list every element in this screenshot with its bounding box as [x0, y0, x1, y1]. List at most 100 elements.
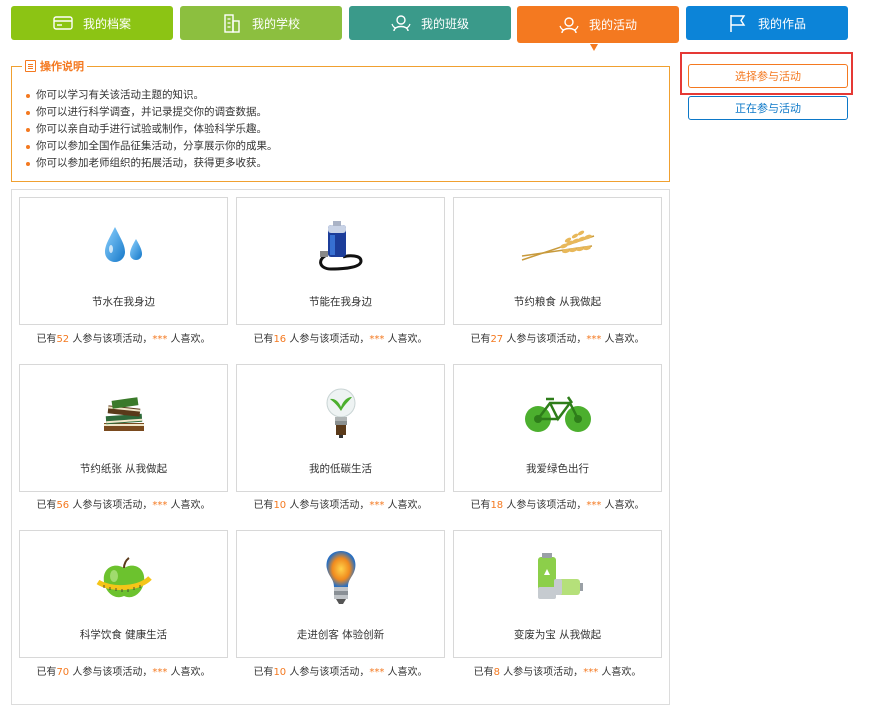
activity-stats: 已有16 人参与该项活动，*** 人喜欢。: [236, 330, 445, 345]
stats-suffix: 人喜欢。: [601, 334, 645, 345]
activity-card-energy[interactable]: 节能在我身边: [236, 197, 445, 325]
activity-title: 我的低碳生活: [309, 463, 372, 475]
list-item: 你可以参加老师组织的拓展活动，获得更多收获。: [26, 155, 278, 172]
instructions-box: 操作说明 你可以学习有关该活动主题的知识。 你可以进行科学调查，并记录提交你的调…: [11, 58, 670, 182]
activity-card-food[interactable]: 节约粮食 从我做起: [453, 197, 662, 325]
stats-middle: 人参与该项活动，: [286, 667, 370, 678]
activity-stats: 已有10 人参与该项活动，*** 人喜欢。: [236, 496, 445, 511]
bullet-icon: [26, 110, 30, 115]
participant-count: 16: [273, 334, 287, 345]
activity-title: 节水在我身边: [92, 296, 155, 308]
class-group-icon: [391, 13, 411, 33]
activity-stats: 已有8 人参与该项活动，*** 人喜欢。: [453, 663, 662, 678]
list-item: 你可以进行科学调查，并记录提交你的调查数据。: [26, 104, 278, 121]
select-activity-button[interactable]: 选择参与活动: [688, 64, 848, 88]
stats-prefix: 已有: [470, 334, 491, 345]
stats-middle: 人参与该项活动，: [503, 500, 587, 511]
tab-label: 我的档案: [82, 16, 131, 31]
list-item: 你可以学习有关该活动主题的知识。: [26, 87, 278, 104]
stats-prefix: 已有: [470, 500, 491, 511]
instruction-text: 你可以学习有关该活动主题的知识。: [36, 89, 204, 101]
stats-middle: 人参与该项活动，: [503, 334, 587, 345]
activity-stats: 已有18 人参与该项活动，*** 人喜欢。: [453, 496, 662, 511]
stats-prefix: 已有: [36, 667, 57, 678]
like-count: ***: [586, 334, 602, 345]
stats-middle: 人参与该项活动，: [286, 334, 370, 345]
activity-card-recycle[interactable]: 变废为宝 从我做起: [453, 530, 662, 658]
like-count: ***: [369, 667, 385, 678]
stats-prefix: 已有: [253, 334, 274, 345]
stats-suffix: 人喜欢。: [167, 667, 211, 678]
bullet-icon: [26, 93, 30, 98]
tab-my-works[interactable]: 我的作品: [686, 6, 848, 40]
instruction-text: 你可以参加全国作品征集活动，分享展示你的成果。: [36, 140, 278, 152]
instructions-title-text: 操作说明: [40, 60, 84, 73]
like-count: ***: [369, 500, 385, 511]
stats-prefix: 已有: [253, 667, 274, 678]
stats-suffix: 人喜欢。: [384, 334, 428, 345]
flag-icon: [728, 13, 748, 33]
activity-hand-icon: [559, 15, 579, 35]
activity-title: 变废为宝 从我做起: [513, 629, 602, 641]
stats-middle: 人参与该项活动，: [286, 500, 370, 511]
instruction-text: 你可以参加老师组织的拓展活动，获得更多收获。: [36, 157, 267, 169]
activity-card-diet[interactable]: 科学饮食 健康生活: [19, 530, 228, 658]
participant-count: 18: [490, 500, 504, 511]
activity-card-lowcarbon[interactable]: 我的低碳生活: [236, 364, 445, 492]
list-item: 你可以参加全国作品征集活动，分享展示你的成果。: [26, 138, 278, 155]
activity-title: 我爱绿色出行: [526, 463, 589, 475]
apple-tape-icon: [20, 549, 227, 609]
activity-title: 走进创客 体验创新: [296, 629, 385, 641]
light-bulb-icon: [237, 549, 444, 609]
participant-count: 27: [490, 334, 504, 345]
activity-title: 节能在我身边: [309, 296, 372, 308]
participant-count: 10: [273, 667, 287, 678]
document-icon: [25, 60, 36, 72]
tab-label: 我的作品: [757, 16, 806, 31]
bullet-icon: [26, 161, 30, 166]
stats-suffix: 人喜欢。: [598, 667, 642, 678]
stats-middle: 人参与该项活动，: [69, 667, 153, 678]
instructions-list: 你可以学习有关该活动主题的知识。 你可以进行科学调查，并记录提交你的调查数据。 …: [26, 87, 278, 172]
bullet-icon: [26, 127, 30, 132]
list-item: 你可以亲自动手进行试验或制作，体验科学乐趣。: [26, 121, 278, 138]
activity-card-paper[interactable]: 节约纸张 从我做起: [19, 364, 228, 492]
activity-stats: 已有10 人参与该项活动，*** 人喜欢。: [236, 663, 445, 678]
stats-prefix: 已有: [253, 500, 274, 511]
activity-card-maker[interactable]: 走进创客 体验创新: [236, 530, 445, 658]
current-activity-button[interactable]: 正在参与活动: [688, 96, 848, 120]
tab-my-profile[interactable]: 我的档案: [11, 6, 173, 40]
active-tab-indicator: [590, 44, 598, 51]
stats-suffix: 人喜欢。: [167, 500, 211, 511]
battery-plug-icon: [237, 216, 444, 276]
participant-count: 70: [56, 667, 70, 678]
participant-count: 52: [56, 334, 70, 345]
tab-label: 我的班级: [420, 16, 469, 31]
stats-prefix: 已有: [36, 500, 57, 511]
activity-stats: 已有56 人参与该项活动，*** 人喜欢。: [19, 496, 228, 511]
tab-my-activities[interactable]: 我的活动: [517, 6, 679, 43]
stats-middle: 人参与该项活动，: [500, 667, 584, 678]
activity-stats: 已有70 人参与该项活动，*** 人喜欢。: [19, 663, 228, 678]
instruction-text: 你可以进行科学调查，并记录提交你的调查数据。: [36, 106, 267, 118]
like-count: ***: [152, 500, 168, 511]
like-count: ***: [586, 500, 602, 511]
participant-count: 56: [56, 500, 70, 511]
books-icon: [20, 383, 227, 443]
stats-prefix: 已有: [473, 667, 494, 678]
tab-my-school[interactable]: 我的学校: [180, 6, 342, 40]
like-count: ***: [369, 334, 385, 345]
main-tabs: 我的档案 我的学校 我的班级 我的活动 我的作品: [11, 6, 849, 43]
stats-suffix: 人喜欢。: [384, 667, 428, 678]
like-count: ***: [152, 334, 168, 345]
recycle-battery-icon: [454, 549, 661, 609]
activity-card-green-travel[interactable]: 我爱绿色出行: [453, 364, 662, 492]
bullet-icon: [26, 144, 30, 149]
activity-title: 节约纸张 从我做起: [79, 463, 168, 475]
tab-label: 我的学校: [251, 16, 300, 31]
activity-card-water[interactable]: 节水在我身边: [19, 197, 228, 325]
activity-stats: 已有27 人参与该项活动，*** 人喜欢。: [453, 330, 662, 345]
tab-my-class[interactable]: 我的班级: [349, 6, 511, 40]
water-drops-icon: [20, 216, 227, 276]
instructions-title: 操作说明: [22, 58, 87, 74]
